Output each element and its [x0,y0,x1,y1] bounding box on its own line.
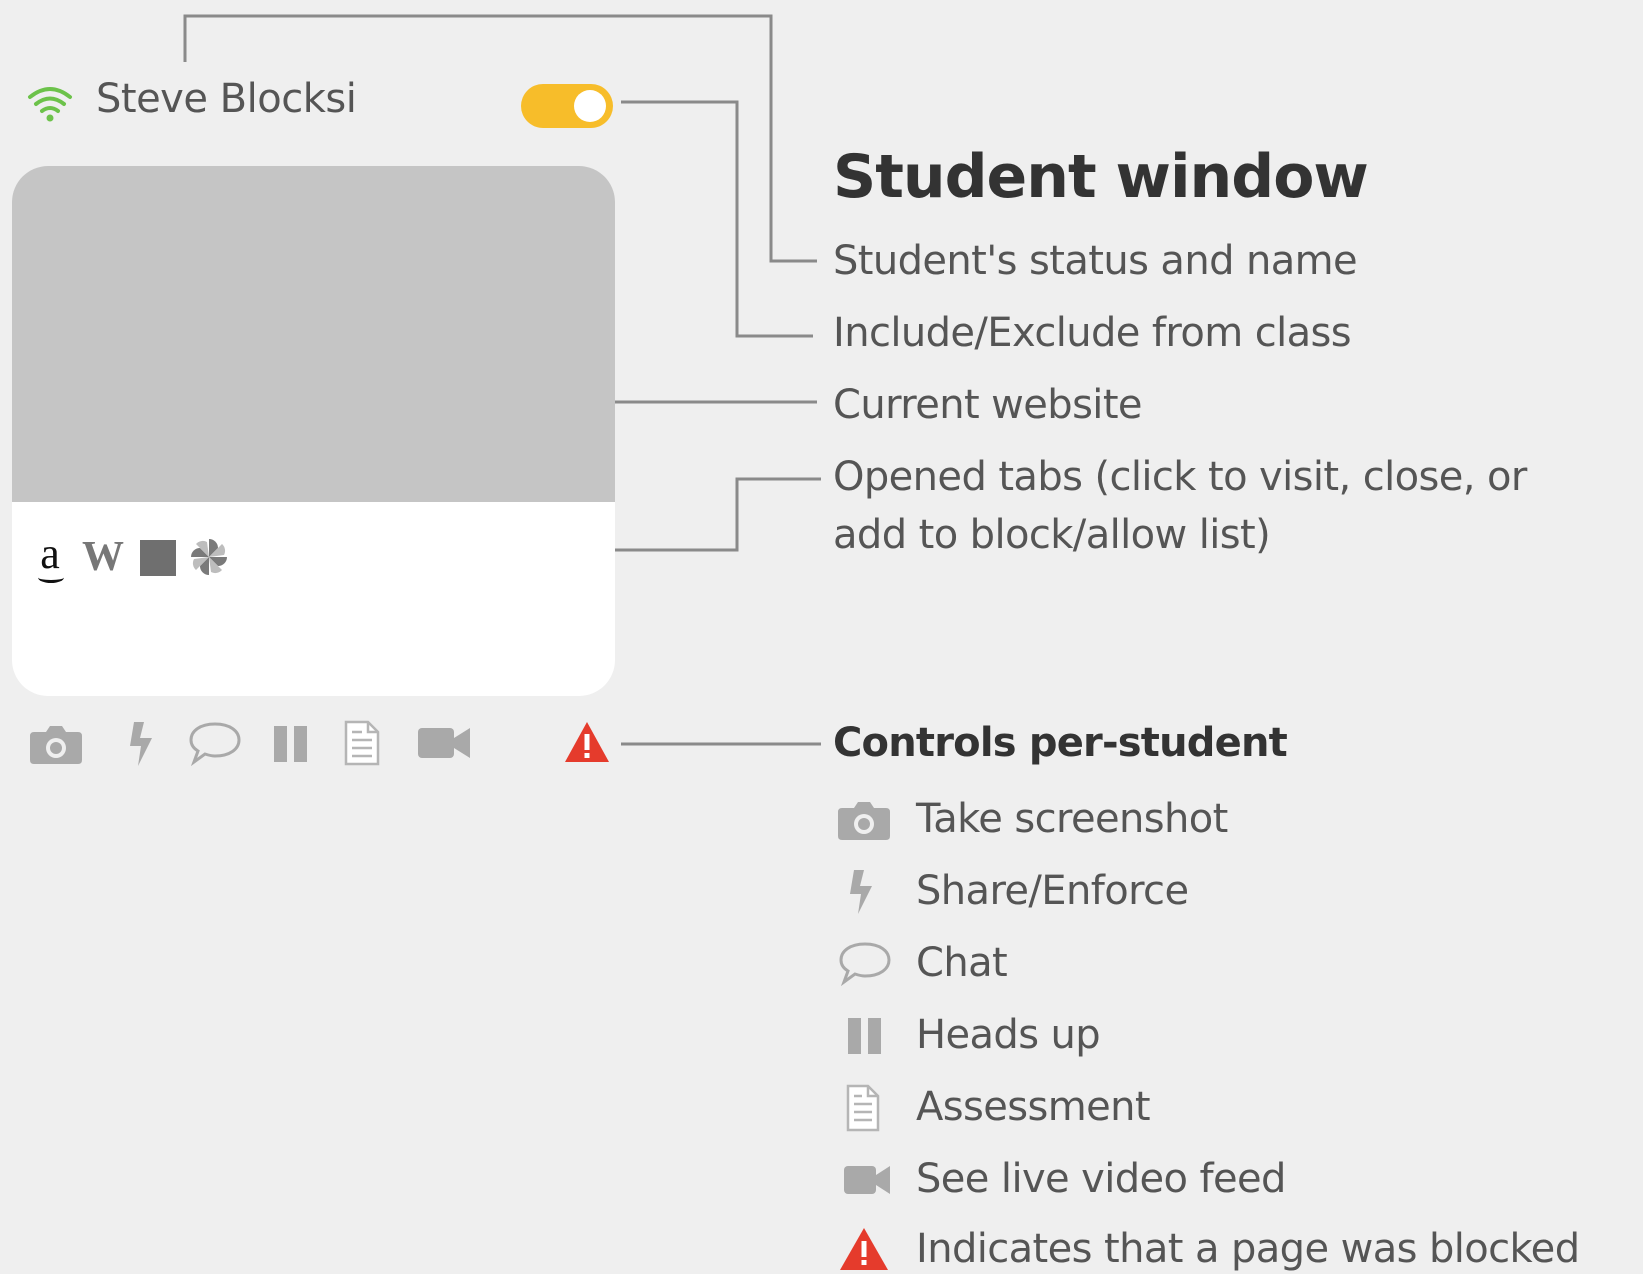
pause-icon [848,1018,881,1054]
amazon-smile [38,572,64,583]
document-icon [846,1084,880,1132]
include-exclude-toggle[interactable] [521,84,613,128]
student-name: Steve Blocksi [96,76,357,122]
document-icon[interactable] [342,718,382,768]
legend-item-text: See live video feed [916,1156,1286,1202]
image-tab-icon[interactable] [140,540,176,576]
video-icon[interactable] [416,718,472,768]
amazon-tab-icon[interactable]: a [30,532,70,583]
pinwheel-tab-icon[interactable] [188,536,230,578]
warning-icon[interactable] [563,718,611,768]
legend-item-text: Take screenshot [916,796,1228,842]
wikipedia-tab-icon[interactable]: W [82,534,124,580]
camera-icon[interactable] [28,718,84,768]
legend-item-text: Share/Enforce [916,868,1189,914]
legend-item-text: Indicates that a page was blocked [916,1226,1580,1272]
camera-icon [838,802,890,840]
pause-icon[interactable] [272,718,312,768]
video-icon [844,1166,890,1194]
chat-icon [839,942,891,987]
lightning-icon[interactable] [124,718,160,768]
legend-item-text: Chat [916,940,1008,986]
label-opened-tabs-line2: add to block/allow list) [833,512,1271,558]
label-student-status: Student's status and name [833,238,1358,284]
lightning-icon [850,870,872,914]
current-website-preview[interactable] [12,166,615,502]
chat-icon[interactable] [188,718,242,768]
toggle-knob [574,90,606,122]
label-current-website: Current website [833,382,1143,428]
amazon-glyph: a [40,529,60,578]
label-include-exclude: Include/Exclude from class [833,310,1352,356]
wifi-icon [28,87,72,122]
controls-heading: Controls per-student [833,720,1288,766]
warning-icon [840,1228,888,1270]
student-window-card[interactable] [12,166,615,696]
legend-item-text: Heads up [916,1012,1101,1058]
legend-title: Student window [833,142,1369,212]
legend-item-text: Assessment [916,1084,1151,1130]
connector-toggle [621,100,813,338]
label-opened-tabs-line1: Opened tabs (click to visit, close, or [833,454,1527,500]
